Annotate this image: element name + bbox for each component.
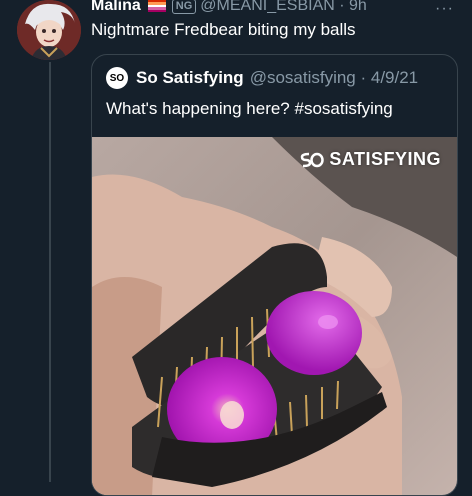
thread-line: [49, 62, 51, 482]
flag-emoji-icon: [147, 0, 166, 12]
tweet-header: Malina NG @MEANI_ESBIAN · 9h: [91, 0, 472, 17]
avatar[interactable]: [17, 0, 81, 60]
watermark: SATISFYING: [300, 149, 441, 170]
quoted-tweet[interactable]: SO So Satisfying @sosatisfying · 4/9/21 …: [91, 54, 458, 496]
quote-header: SO So Satisfying @sosatisfying · 4/9/21: [106, 67, 418, 89]
so-satisfying-logo-icon[interactable]: SO: [106, 67, 128, 89]
more-dots-icon[interactable]: ···: [435, 0, 454, 18]
tweet-text: Nightmare Fredbear biting my balls: [91, 20, 356, 39]
quote-display-name[interactable]: So Satisfying: [136, 68, 244, 88]
so-logo-icon: [300, 151, 325, 169]
quote-media[interactable]: SATISFYING: [92, 137, 457, 495]
handle-time[interactable]: @MEANI_ESBIAN · 9h: [200, 0, 367, 15]
quote-handle-date: @sosatisfying · 4/9/21: [249, 68, 419, 87]
media-video-frame: [92, 137, 457, 495]
display-name[interactable]: Malina: [91, 0, 141, 15]
quote-text: What's happening here? #sosatisfying: [106, 99, 393, 118]
ng-badge: NG: [171, 0, 197, 14]
watermark-text: SATISFYING: [329, 149, 441, 169]
